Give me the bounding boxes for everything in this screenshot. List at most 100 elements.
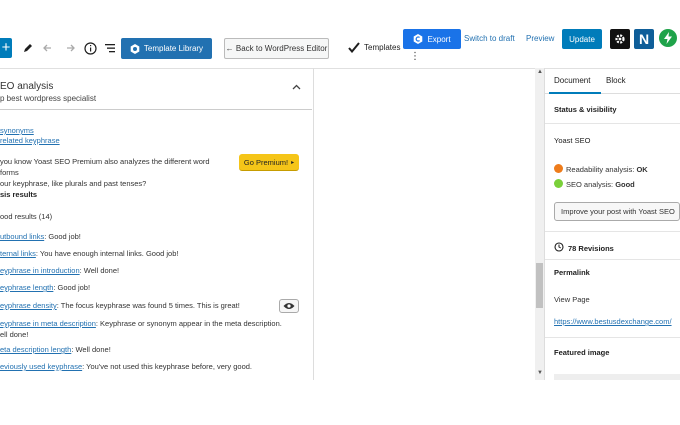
focus-keyphrase-subtitle: p best wordpress specialist <box>0 94 97 103</box>
clock-history-icon <box>554 242 564 252</box>
result-keyphrase-meta-description-cont: ell done! <box>0 330 28 339</box>
tab-document[interactable]: Document <box>554 76 590 85</box>
related-keyphrase-link-text[interactable]: related keyphrase <box>0 136 60 145</box>
premium-text-line-2: our keyphrase, like plurals and past ten… <box>0 179 147 188</box>
result-text: : Good job! <box>53 283 91 292</box>
tab-block[interactable]: Block <box>606 76 626 85</box>
result-text: : Well done! <box>79 266 120 275</box>
seo-divider <box>0 109 312 110</box>
seo-value: Good <box>615 180 635 189</box>
improve-with-yoast-button[interactable]: Improve your post with Yoast SEO <box>554 202 680 221</box>
caret-right-icon: ▸ <box>291 159 295 166</box>
readability-value: OK <box>636 165 648 174</box>
readability-analysis-row: Readability analysis: OK <box>554 164 648 174</box>
gear-icon <box>615 34 625 44</box>
result-text: ell done! <box>0 330 29 339</box>
featured-image-placeholder[interactable] <box>554 374 680 380</box>
update-label: Update <box>569 34 595 44</box>
result-text: : Good job! <box>44 232 81 241</box>
scrollbar-thumb[interactable] <box>536 263 543 308</box>
back-to-wordpress-editor-button[interactable]: ← Back to WordPress Editor <box>224 38 329 59</box>
go-premium-button[interactable]: Go Premium! ▸ <box>239 154 299 171</box>
result-link[interactable]: eviously used keyphrase <box>0 362 82 371</box>
permalink-section: Permalink View Page <box>545 260 680 338</box>
info-icon[interactable] <box>82 40 98 56</box>
export-button[interactable]: Export <box>403 29 461 49</box>
elementor-icon <box>130 43 140 54</box>
seo-label: SEO analysis: <box>566 180 616 189</box>
template-library-button[interactable]: Template Library <box>121 38 212 59</box>
redo-icon[interactable] <box>61 40 77 56</box>
readability-label: Readability analysis: <box>566 165 637 174</box>
result-outbound-links: utbound links: Good job! <box>0 232 81 241</box>
status-visibility-heading[interactable]: Status & visibility <box>554 105 617 114</box>
good-results-toggle[interactable]: ood results (14) <box>0 212 52 221</box>
add-block-button[interactable]: + <box>0 38 12 58</box>
result-keyphrase-density: eyphrase density: The focus keyphrase wa… <box>0 301 240 310</box>
more-options-icon[interactable]: ⋮ <box>410 52 420 62</box>
result-link[interactable]: eyphrase length <box>0 283 53 292</box>
export-label: Export <box>427 34 451 44</box>
result-link[interactable]: eyphrase in introduction <box>0 266 80 275</box>
synonyms-link[interactable]: synonyms <box>0 126 34 135</box>
editor-scrollbar[interactable] <box>535 68 544 380</box>
lightning-bolt-icon <box>664 32 672 44</box>
yoast-seo-heading[interactable]: Yoast SEO <box>554 136 590 145</box>
result-text: : Well done! <box>71 345 111 354</box>
result-text: : You have enough internal links. Good j… <box>35 249 179 258</box>
result-internal-links: ternal links: You have enough internal l… <box>0 249 178 258</box>
status-visibility-section[interactable]: Status & visibility <box>545 94 680 124</box>
highlight-eye-button[interactable] <box>279 299 299 313</box>
result-text: : You've not used this keyphrase before,… <box>82 362 253 371</box>
result-link[interactable]: eyphrase in meta description <box>0 319 96 328</box>
result-link[interactable]: ternal links <box>0 249 36 258</box>
seo-analysis-panel: EO analysis p best wordpress specialist … <box>0 68 314 380</box>
seo-status-smiley-icon <box>554 179 563 188</box>
bolt-plugin-button[interactable] <box>659 29 677 47</box>
result-link[interactable]: eyphrase density <box>0 301 57 310</box>
update-button[interactable]: Update <box>562 29 602 49</box>
result-keyphrase-introduction: eyphrase in introduction: Well done! <box>0 266 119 275</box>
result-previously-used-keyphrase: eviously used keyphrase: You've not used… <box>0 362 252 371</box>
templates-button[interactable]: Templates <box>348 42 400 53</box>
n-plugin-button[interactable]: N <box>634 29 654 49</box>
revisions-section[interactable]: 78 Revisions <box>545 232 680 260</box>
switch-to-draft-link[interactable]: Switch to draft <box>464 34 515 43</box>
premium-upsell-text: you know Yoast SEO Premium also analyzes… <box>0 156 230 189</box>
result-text: : The focus keyphrase was found 5 times.… <box>56 301 240 310</box>
featured-image-heading[interactable]: Featured image <box>554 348 609 357</box>
related-keyphrase-link[interactable]: related keyphrase <box>0 136 60 145</box>
view-page-label: View Page <box>554 295 590 304</box>
settings-sidebar: Document Block Status & visibility Yoast… <box>544 68 680 380</box>
result-link[interactable]: eta description length <box>0 345 71 354</box>
improve-with-yoast-label: Improve your post with Yoast SEO <box>561 207 675 216</box>
permalink-url-link[interactable]: https://www.bestusdexchange.com/ <box>554 317 672 326</box>
analysis-results-heading: sis results <box>0 190 38 199</box>
go-premium-label: Go Premium! <box>243 157 289 167</box>
result-keyphrase-length: eyphrase length: Good job! <box>0 283 90 292</box>
synonyms-link-text[interactable]: synonyms <box>0 126 34 135</box>
back-to-wordpress-editor-label: ← Back to WordPress Editor <box>225 44 328 53</box>
editor-toolbar: + Template Library ← Back to WordPress E… <box>0 28 680 68</box>
eye-icon <box>283 303 295 309</box>
chevron-up-icon[interactable] <box>292 82 301 92</box>
premium-text-line-1: you know Yoast SEO Premium also analyzes… <box>0 157 210 177</box>
undo-icon[interactable] <box>41 40 57 56</box>
seo-analysis-title[interactable]: EO analysis <box>0 81 53 92</box>
preview-link[interactable]: Preview <box>526 34 554 43</box>
pencil-icon[interactable] <box>20 40 36 56</box>
template-library-label: Template Library <box>143 44 204 53</box>
revisions-row[interactable]: 78 Revisions <box>554 242 614 253</box>
export-logo-icon <box>414 34 423 44</box>
permalink-heading[interactable]: Permalink <box>554 268 590 277</box>
settings-button[interactable] <box>610 29 630 49</box>
templates-label: Templates <box>364 43 401 52</box>
result-meta-description-length: eta description length: Well done! <box>0 345 111 354</box>
readability-status-icon <box>554 164 563 173</box>
seo-analysis-row: SEO analysis: Good <box>554 179 635 189</box>
scroll-up-arrow-icon[interactable]: ▲ <box>537 69 543 75</box>
list-view-icon[interactable] <box>102 40 118 56</box>
result-link[interactable]: utbound links <box>0 232 44 241</box>
sidebar-tabs: Document Block <box>545 68 680 94</box>
scroll-down-arrow-icon[interactable]: ▼ <box>537 370 543 376</box>
